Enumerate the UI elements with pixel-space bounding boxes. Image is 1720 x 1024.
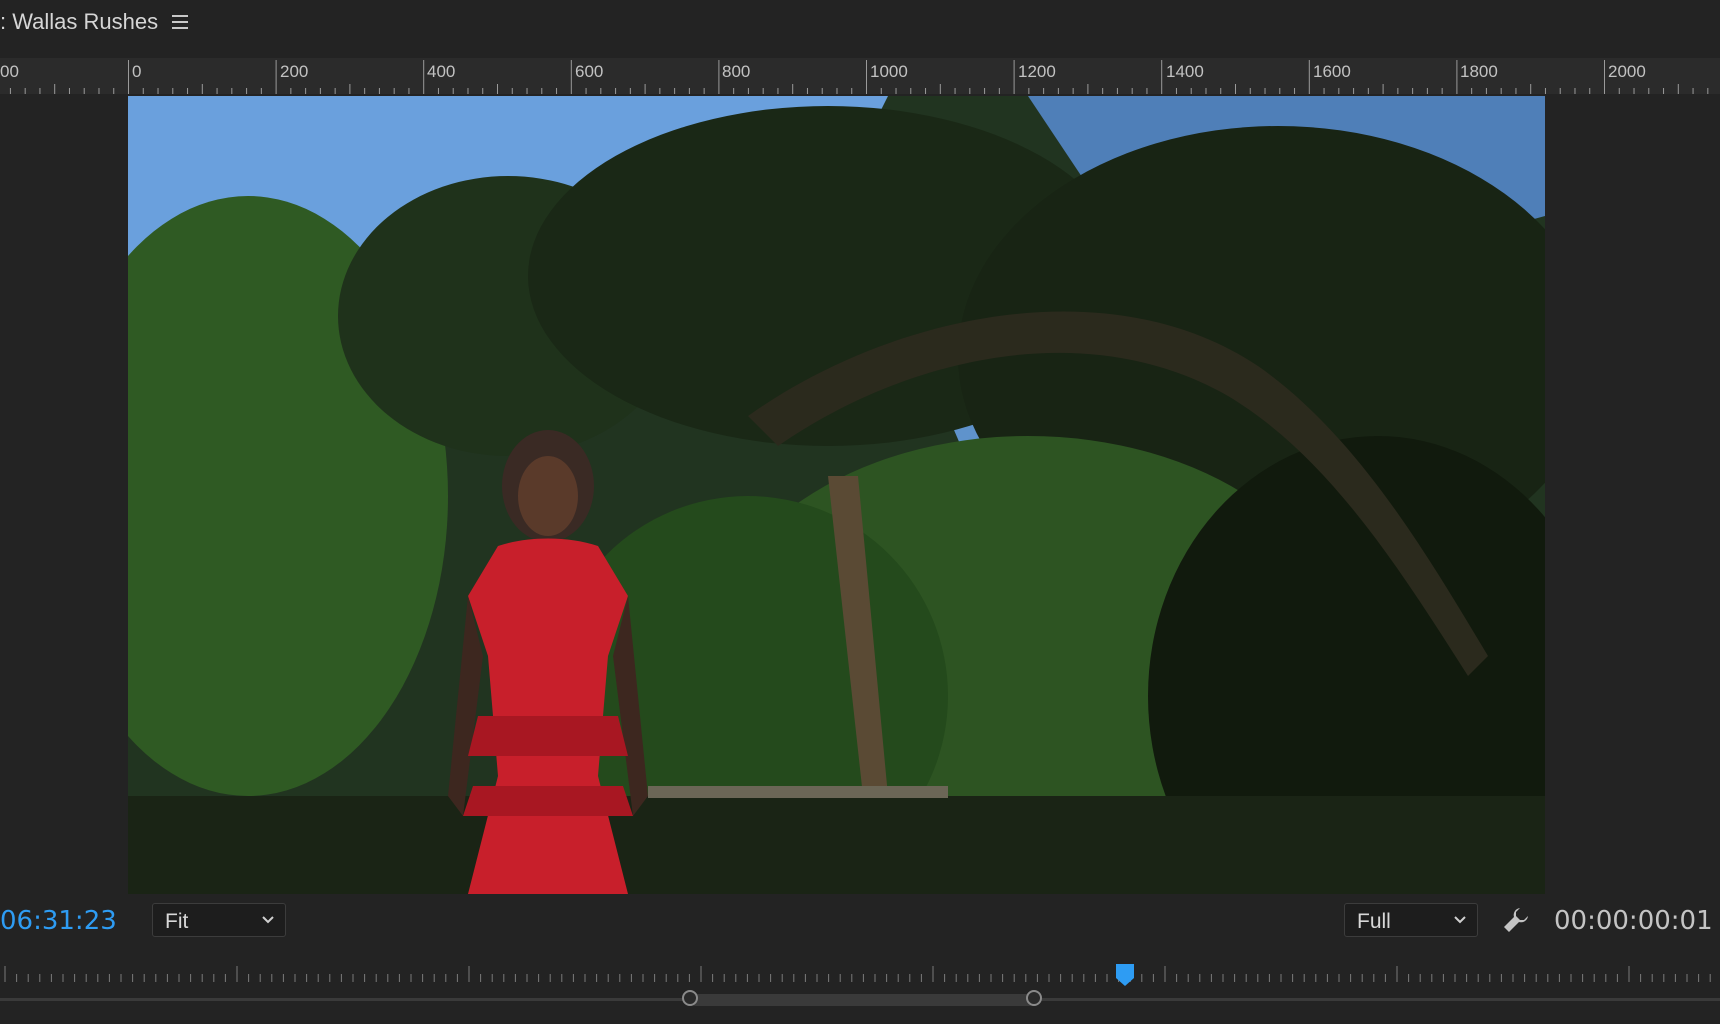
ruler-label: 00 xyxy=(0,62,19,81)
duration-timecode: 00:00:00:01 xyxy=(1554,906,1713,936)
zoom-end-handle[interactable] xyxy=(1026,990,1042,1006)
chevron-down-icon xyxy=(262,916,274,924)
zoom-start-handle[interactable] xyxy=(682,990,698,1006)
ruler-label: 2000 xyxy=(1608,62,1646,81)
ruler-label: 1600 xyxy=(1313,62,1351,81)
video-frame[interactable] xyxy=(128,96,1545,894)
ruler-label: 1000 xyxy=(870,62,908,81)
pixel-ruler: 00 0 200 400 600 800 1000 1200 1400 1600… xyxy=(0,58,1720,95)
time-ruler[interactable] xyxy=(0,960,1720,990)
program-monitor xyxy=(0,94,1720,894)
ruler-label: 400 xyxy=(427,62,456,81)
playhead-marker-icon[interactable] xyxy=(1114,962,1136,988)
hamburger-menu-icon[interactable] xyxy=(170,12,190,32)
zoom-scroll-bar[interactable] xyxy=(0,990,1720,1010)
panel-header: : Wallas Rushes xyxy=(0,0,1720,48)
playhead-timecode[interactable]: 06:31:23 xyxy=(0,906,117,936)
ruler-label: 1400 xyxy=(1166,62,1204,81)
zoom-level-value: Fit xyxy=(165,910,189,933)
ruler-label: 200 xyxy=(280,62,309,81)
ruler-label: 600 xyxy=(575,62,604,81)
panel-title[interactable]: : Wallas Rushes xyxy=(0,9,158,35)
ruler-label: 1800 xyxy=(1460,62,1498,81)
playback-resolution-select[interactable]: Full xyxy=(1344,903,1478,937)
zoom-level-select[interactable]: Fit xyxy=(152,903,286,937)
time-ruler-ticks xyxy=(4,966,1711,982)
wrench-icon[interactable] xyxy=(1500,904,1532,936)
ruler-label: 800 xyxy=(722,62,751,81)
playback-resolution-value: Full xyxy=(1357,910,1391,933)
zoom-scroll-range[interactable] xyxy=(690,994,1035,1006)
video-frame-image xyxy=(128,96,1545,894)
ruler-label: 1200 xyxy=(1018,62,1056,81)
monitor-controls: 06:31:23 Fit Full 00:00:00:01 xyxy=(0,900,1720,940)
ruler-label: 0 xyxy=(132,62,142,81)
chevron-down-icon xyxy=(1454,916,1466,924)
